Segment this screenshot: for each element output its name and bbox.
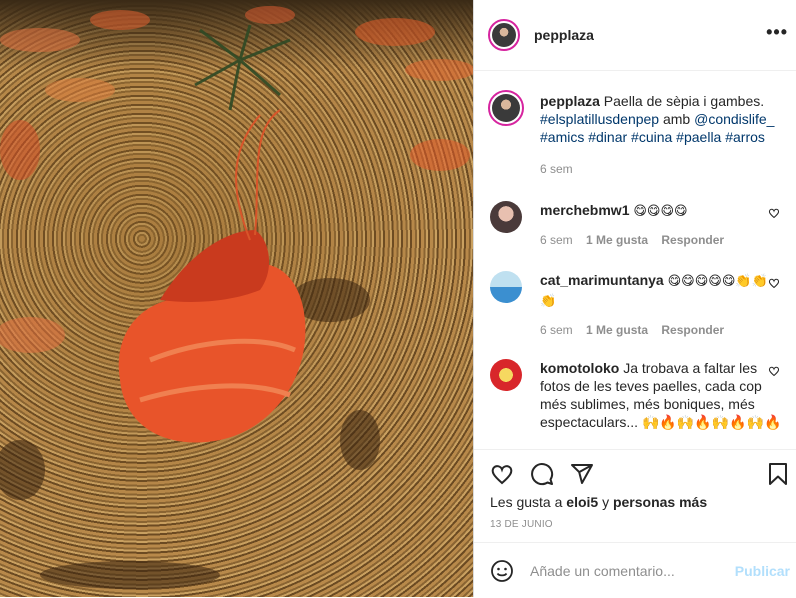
post-image[interactable]: [0, 0, 473, 597]
reply-button[interactable]: Responder: [661, 323, 724, 337]
likes-user[interactable]: eloi5: [566, 494, 598, 510]
caption-username[interactable]: pepplaza: [540, 93, 600, 109]
comment-username[interactable]: komotoloko: [540, 360, 619, 376]
comment-likes[interactable]: 1 Me gusta: [586, 323, 648, 337]
caption-connector: amb: [662, 111, 691, 127]
reply-button[interactable]: Responder: [661, 233, 724, 247]
likes-prefix: Les gusta a: [490, 494, 563, 510]
heart-icon[interactable]: [490, 462, 514, 486]
more-options-icon[interactable]: •••: [766, 22, 788, 43]
comment-box: Añade un comentario... Publicar: [474, 542, 796, 598]
likes-connector: y: [602, 494, 610, 510]
caption-text: Paella de sèpia i gambes.: [603, 93, 765, 109]
post-header: pepplaza •••: [474, 0, 796, 71]
save-bookmark-icon[interactable]: [766, 462, 790, 486]
share-icon[interactable]: [570, 462, 594, 486]
comment-username[interactable]: merchebmw1: [540, 202, 629, 218]
caption-avatar[interactable]: [488, 90, 524, 126]
comment-like-icon[interactable]: [768, 277, 780, 289]
caption-time: 6 sem: [540, 162, 573, 176]
comment-avatar[interactable]: [490, 359, 522, 391]
comment-item: komotoloko Ja trobava a faltar les fotos…: [490, 359, 782, 431]
action-bar: [474, 449, 796, 500]
caption: pepplaza Paella de sèpia i gambes. #elsp…: [488, 90, 782, 178]
post-date[interactable]: 13 DE JUNIO: [490, 519, 553, 530]
likes-summary: Les gusta a eloi5 y personas más: [490, 494, 707, 510]
comment-time: 6 sem: [540, 323, 573, 337]
comment-item: cat_marimuntanya 😋😋😋😋😋👏👏👏 6 sem 1 Me gus…: [490, 271, 782, 339]
comment-username[interactable]: cat_marimuntanya: [540, 272, 664, 288]
comments-list[interactable]: pepplaza Paella de sèpia i gambes. #elsp…: [474, 72, 796, 448]
comment-likes[interactable]: 1 Me gusta: [586, 233, 648, 247]
caption-hashtags[interactable]: #amics #dinar #cuina #paella #arros: [540, 129, 765, 145]
comment-item: merchebmw1 😋😋😋😋 6 sem 1 Me gusta Respond…: [490, 201, 782, 249]
caption-hashtag[interactable]: #elsplatillusdenpep: [540, 111, 659, 127]
comment-like-icon[interactable]: [768, 207, 780, 219]
caption-mention[interactable]: @condislife_: [694, 111, 774, 127]
comment-avatar[interactable]: [490, 201, 522, 233]
comment-text: 😋😋😋😋: [633, 204, 688, 219]
comment-avatar[interactable]: [490, 271, 522, 303]
author-username[interactable]: pepplaza: [534, 27, 594, 43]
post-sidebar: pepplaza ••• pepplaza Paella de sèpia i …: [473, 0, 796, 597]
comment-time: 6 sem: [540, 233, 573, 247]
emoji-icon[interactable]: [490, 559, 514, 583]
paella-illustration: [0, 6, 473, 589]
author-avatar[interactable]: [488, 19, 520, 51]
comment-like-icon[interactable]: [768, 365, 780, 377]
comment-icon[interactable]: [530, 462, 554, 486]
comment-input[interactable]: Añade un comentario...: [530, 563, 735, 579]
likes-others[interactable]: personas más: [613, 494, 707, 510]
publish-button[interactable]: Publicar: [735, 563, 790, 579]
